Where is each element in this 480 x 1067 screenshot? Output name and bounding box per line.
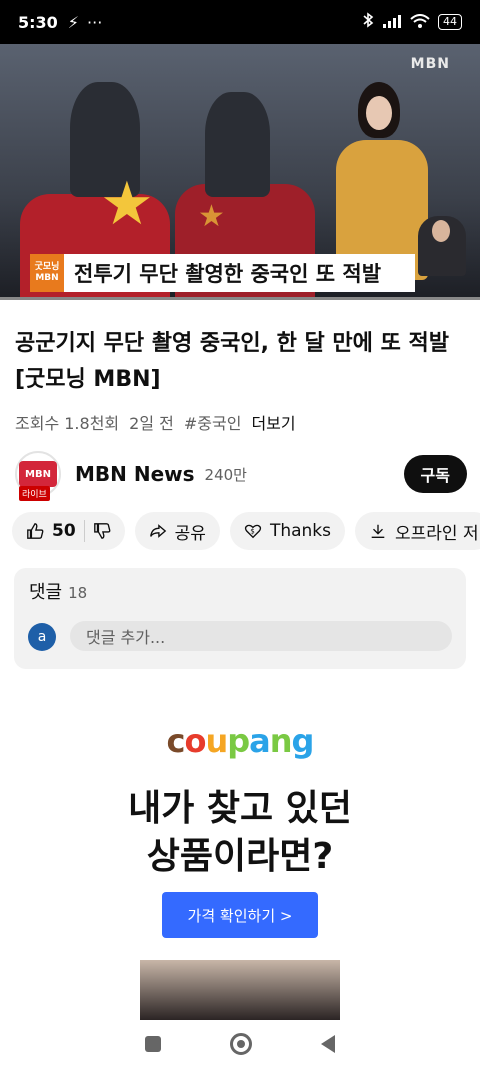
video-meta[interactable]: 조회수 1.8천회 2일 전 #중국인 더보기 [15,410,296,434]
dislike-button[interactable] [93,522,111,540]
comments-panel[interactable]: 댓글 18 a 댓글 추가... [14,568,466,669]
video-title[interactable]: 공군기지 무단 촬영 중국인, 한 달 만에 또 적발 [굿모닝 MBN] [15,326,470,398]
channel-row: MBN 라이브 MBN News 240만 구독 [15,450,467,501]
status-bar: 5:30 ⚡ ··· 44 [0,0,480,44]
flash-icon: ⚡ [67,12,80,32]
view-count: 조회수 1.8천회 [15,414,120,433]
system-nav-bar [0,1020,480,1067]
signal-icon [382,13,402,32]
thumbs-down-icon [93,523,111,539]
channel-avatar[interactable]: MBN 라이브 [15,451,61,501]
subscriber-count: 240만 [204,465,247,484]
home-button[interactable] [229,1032,252,1055]
action-bar: 50 공유 $ Thanks 오프라인 저 [12,512,480,550]
video-player[interactable]: ★ ★ MBN 굿모닝 MBN 전투기 무단 촬영한 중국인 또 적발 [0,44,480,300]
status-time: 5:30 [18,12,58,32]
back-button[interactable] [321,1034,336,1053]
upload-age: 2일 전 [129,414,174,433]
share-button[interactable]: 공유 [134,512,220,550]
like-dislike-pill: 50 [12,512,125,550]
coupang-logo: coupang [166,722,315,760]
coupang-ad[interactable]: coupang 내가 찾고 있던 상품이라면? 가격 확인하기 > [0,710,480,1020]
bluetooth-icon [362,12,374,32]
more-link[interactable]: 더보기 [251,410,295,434]
channel-name[interactable]: MBN News [75,462,195,486]
caption-text: 전투기 무단 촬영한 중국인 또 적발 [74,262,382,286]
comments-heading: 댓글 18 [29,582,88,603]
thanks-heart-icon: $ [244,524,262,539]
thanks-button[interactable]: $ Thanks [229,512,346,550]
hashtag[interactable]: #중국인 [184,410,242,434]
ad-headline: 내가 찾고 있던 상품이라면? [128,788,352,877]
caption-badge: 굿모닝 MBN [30,254,64,292]
subscribe-button[interactable]: 구독 [403,455,467,493]
ad-product-image[interactable] [140,960,340,1020]
person-right-silhouette [205,92,270,197]
add-comment-input[interactable]: 댓글 추가... [70,621,452,651]
star-icon: ★ [198,199,225,234]
video-caption: 굿모닝 MBN 전투기 무단 촬영한 중국인 또 적발 [30,254,415,292]
download-offline-button[interactable]: 오프라인 저 [355,512,480,550]
live-badge: 라이브 [19,486,50,501]
more-notifications-icon: ··· [87,12,103,32]
user-avatar: a [28,623,56,651]
thumbs-up-icon [27,523,44,539]
star-icon: ★ [100,169,154,239]
news-anchor [330,80,430,280]
like-button[interactable]: 50 [26,521,76,541]
like-count: 50 [52,521,76,541]
video-details: 공군기지 무단 촬영 중국인, 한 달 만에 또 적발 [굿모닝 MBN] 조회… [0,300,480,1020]
wifi-icon [410,13,430,32]
divider [83,520,85,542]
mbn-watermark: MBN [410,56,450,72]
sign-language-interpreter [418,216,466,276]
recents-button[interactable] [144,1035,161,1052]
svg-text:$: $ [250,527,255,536]
battery-icon: 44 [438,14,462,30]
comment-count: 18 [68,584,88,602]
check-price-button[interactable]: 가격 확인하기 > [162,892,318,938]
download-icon [371,524,385,538]
share-icon [149,524,166,538]
